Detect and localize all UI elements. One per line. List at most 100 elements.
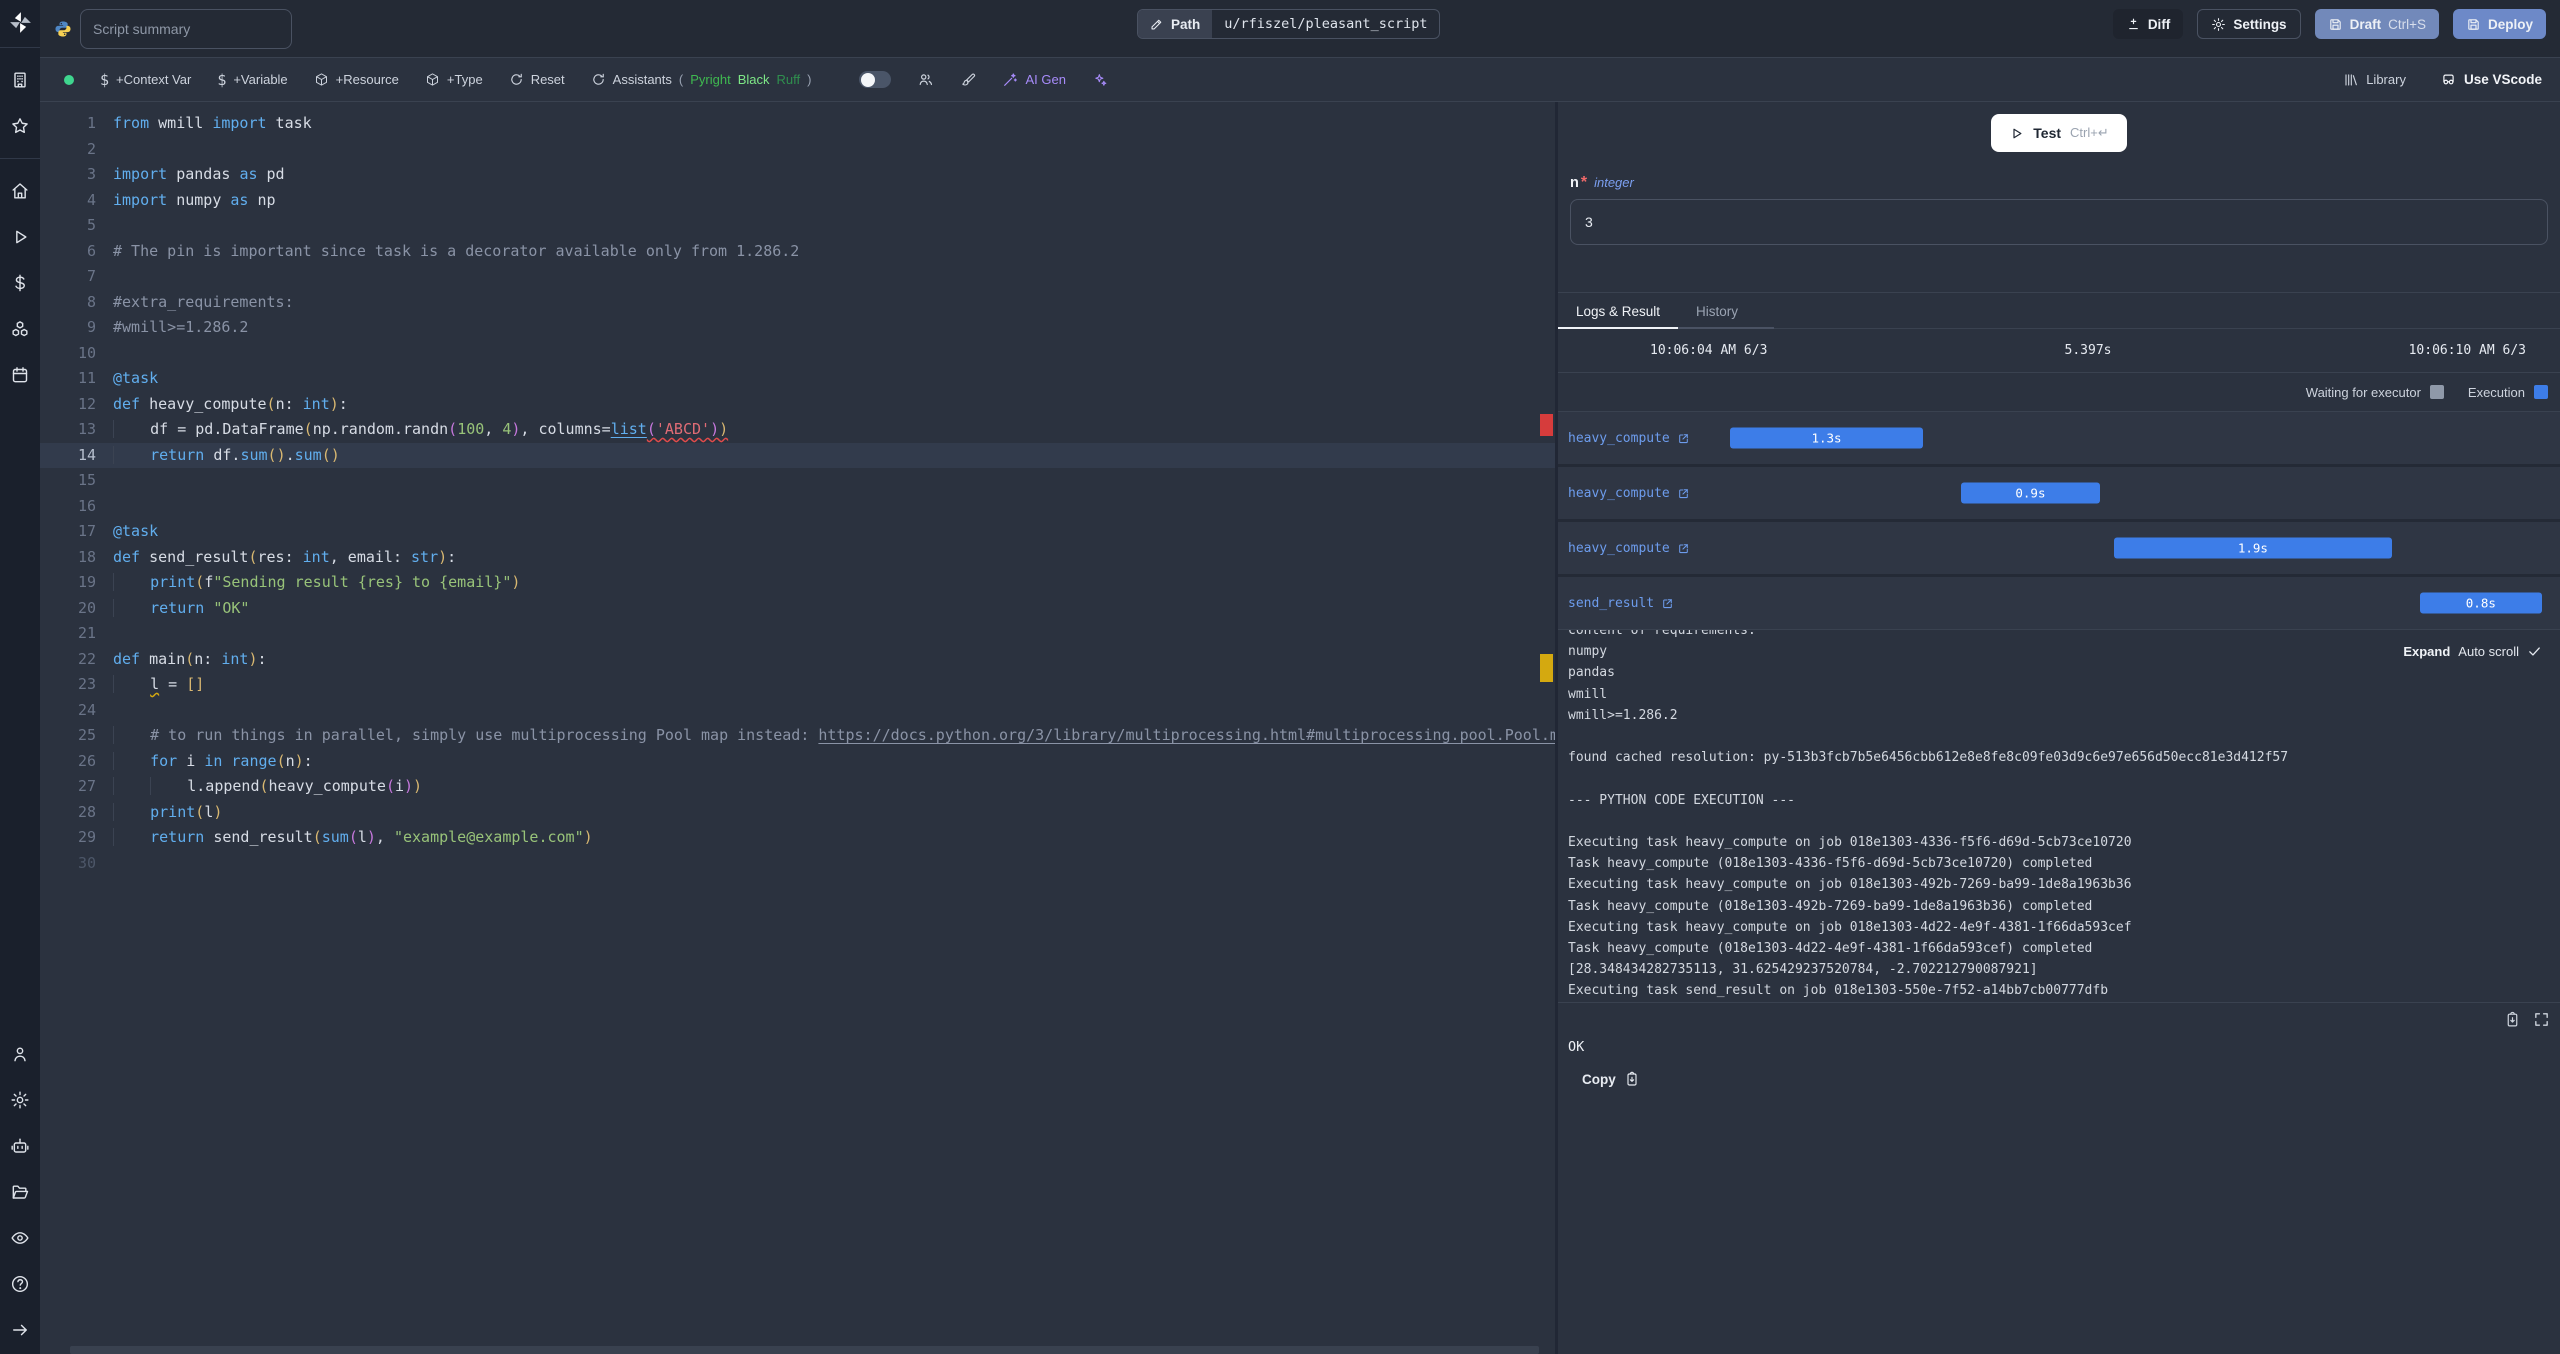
code-line-11[interactable]: 11 @task — [40, 366, 1555, 392]
code-line-8[interactable]: 8 #extra_requirements: — [40, 290, 1555, 316]
play-icon[interactable] — [10, 227, 30, 247]
code-line-12[interactable]: 12 def heavy_compute(n: int): — [40, 392, 1555, 418]
code-line-17[interactable]: 17 @task — [40, 519, 1555, 545]
draft-button[interactable]: Draft Ctrl+S — [2314, 9, 2439, 39]
line-number: 5 — [86, 216, 96, 234]
boxes-icon[interactable] — [10, 319, 30, 339]
code-line-1[interactable]: 1 from wmill import task — [40, 111, 1555, 137]
draft-shortcut: Ctrl+S — [2388, 16, 2426, 32]
code-line-2[interactable]: 2 — [40, 137, 1555, 163]
code-line-30[interactable]: 30 — [40, 851, 1555, 877]
expand-icon[interactable] — [2533, 1011, 2550, 1028]
gear-icon[interactable] — [10, 1090, 30, 1110]
windmill-logo[interactable] — [0, 0, 40, 48]
test-button[interactable]: Test Ctrl+↵ — [1991, 114, 2127, 152]
code-line-9[interactable]: 9 #wmill>=1.286.2 — [40, 315, 1555, 341]
clipboard-paste-icon[interactable] — [2504, 1011, 2521, 1028]
code-line-25[interactable]: 25 # to run things in parallel, simply u… — [40, 723, 1555, 749]
logs-viewer[interactable]: content of requirements: numpy pandas wm… — [1558, 629, 2560, 1003]
code-line-10[interactable]: 10 — [40, 341, 1555, 367]
code-line-29[interactable]: 29 return send_result(sum(l), "example@e… — [40, 825, 1555, 851]
star-icon[interactable] — [10, 116, 30, 136]
code-line-14[interactable]: 14 return df.sum().sum() — [40, 442, 1555, 468]
code-line-15[interactable]: 15 — [40, 468, 1555, 494]
code-line-22[interactable]: 22 def main(n: int): — [40, 647, 1555, 673]
add-context-var-label: +Context Var — [116, 72, 192, 87]
folder-icon[interactable] — [10, 1182, 30, 1202]
dollar-icon[interactable] — [10, 273, 30, 293]
settings-label: Settings — [2233, 16, 2287, 32]
add-type-button[interactable]: +Type — [425, 72, 483, 87]
code-line-5[interactable]: 5 — [40, 213, 1555, 239]
draft-label: Draft — [2349, 16, 2382, 32]
library-button[interactable]: Library — [2343, 72, 2406, 88]
legend-execution-label: Execution — [2467, 384, 2525, 400]
logs-expand-button[interactable]: Expand — [2403, 644, 2450, 659]
code-line-20[interactable]: 20 return "OK" — [40, 596, 1555, 622]
user-icon[interactable] — [10, 1044, 30, 1064]
use-vscode-label: Use VScode — [2463, 72, 2542, 87]
vim-mode-toggle[interactable] — [859, 71, 892, 88]
logs-autoscroll-toggle[interactable]: Auto scroll — [2458, 644, 2519, 659]
clipboard-icon — [1627, 1071, 1637, 1086]
code-line-18[interactable]: 18 def send_result(res: int, email: str): — [40, 545, 1555, 571]
line-number: 27 — [77, 777, 96, 795]
task-link-send_result[interactable]: send_result — [1558, 596, 1674, 611]
add-resource-button[interactable]: +Resource — [314, 72, 399, 87]
code-line-3[interactable]: 3 import pandas as pd — [40, 162, 1555, 188]
code-editor[interactable]: 1 from wmill import task 2 3 import pandas a… — [40, 102, 1558, 1354]
external-link-icon — [1661, 597, 1674, 610]
tab-history[interactable]: History — [1678, 293, 1775, 329]
deploy-label: Deploy — [2487, 16, 2533, 32]
run-start-time: 10:06:04 AM 6/3 — [1650, 343, 1768, 358]
code-line-19[interactable]: 19 print(f"Sending result {res} to {emai… — [40, 570, 1555, 596]
path-edit-button[interactable]: Path — [1138, 10, 1213, 38]
reset-button[interactable]: Reset — [509, 72, 565, 87]
task-link-heavy_compute[interactable]: heavy_compute — [1558, 486, 1690, 501]
code-line-27[interactable]: 27 l.append(heavy_compute(i)) — [40, 774, 1555, 800]
code-line-16[interactable]: 16 — [40, 494, 1555, 520]
code-line-13[interactable]: 13 df = pd.DataFrame(np.random.randn(100… — [40, 417, 1555, 443]
building-icon[interactable] — [10, 70, 30, 90]
line-number: 7 — [86, 267, 96, 285]
line-number: 14 — [77, 445, 96, 464]
arg-n-input[interactable] — [1570, 199, 2548, 245]
eye-icon[interactable] — [10, 1228, 30, 1248]
task-link-heavy_compute[interactable]: heavy_compute — [1558, 541, 1690, 556]
sparkles-button[interactable] — [1092, 72, 1108, 88]
home-icon[interactable] — [10, 181, 30, 201]
assistants-button[interactable]: Assistants ( Pyright Black Ruff ) — [591, 72, 811, 87]
tab-logs-result[interactable]: Logs & Result — [1558, 293, 1679, 329]
test-shortcut: Ctrl+↵ — [2070, 125, 2109, 140]
code-line-28[interactable]: 28 print(l) — [40, 800, 1555, 826]
copy-result-button[interactable]: Copy — [1558, 1055, 2560, 1087]
editor-horizontal-scrollbar[interactable] — [70, 1346, 1539, 1354]
settings-button[interactable]: Settings — [2197, 9, 2301, 39]
robot-icon[interactable] — [10, 1136, 30, 1156]
code-line-24[interactable]: 24 — [40, 698, 1555, 724]
calendar-icon[interactable] — [10, 365, 30, 385]
code-line-26[interactable]: 26 for i in range(n): — [40, 749, 1555, 775]
code-line-4[interactable]: 4 import numpy as np — [40, 188, 1555, 214]
code-line-7[interactable]: 7 — [40, 264, 1555, 290]
add-context-var-button[interactable]: $ +Context Var — [100, 71, 191, 89]
logs-text: content of requirements: numpy pandas wm… — [1568, 629, 2289, 999]
line-number: 28 — [77, 802, 96, 821]
diff-button[interactable]: Diff — [2112, 9, 2184, 39]
code-line-21[interactable]: 21 — [40, 621, 1555, 647]
task-link-heavy_compute[interactable]: heavy_compute — [1558, 431, 1690, 446]
code-line-23[interactable]: 23 l = [] — [40, 672, 1555, 698]
script-summary-input[interactable] — [80, 8, 292, 49]
help-icon[interactable] — [10, 1274, 30, 1294]
deploy-button[interactable]: Deploy — [2452, 9, 2546, 39]
sparkles-icon — [1095, 73, 1107, 86]
ai-gen-button[interactable]: AI Gen — [1002, 72, 1066, 88]
add-variable-button[interactable]: $ +Variable — [217, 71, 287, 89]
task-timeline: heavy_compute 1.3s heavy_compute 0.9s heavy_… — [1558, 411, 2560, 629]
path-group[interactable]: Path u/rfiszel/pleasant_script — [1137, 9, 1441, 39]
arrow-right-icon[interactable] — [10, 1320, 30, 1340]
use-vscode-button[interactable]: Use VScode — [2440, 71, 2542, 88]
collaborators-button[interactable] — [917, 71, 934, 88]
format-button[interactable] — [960, 72, 976, 88]
code-line-6[interactable]: 6 # The pin is important since task is a … — [40, 239, 1555, 265]
